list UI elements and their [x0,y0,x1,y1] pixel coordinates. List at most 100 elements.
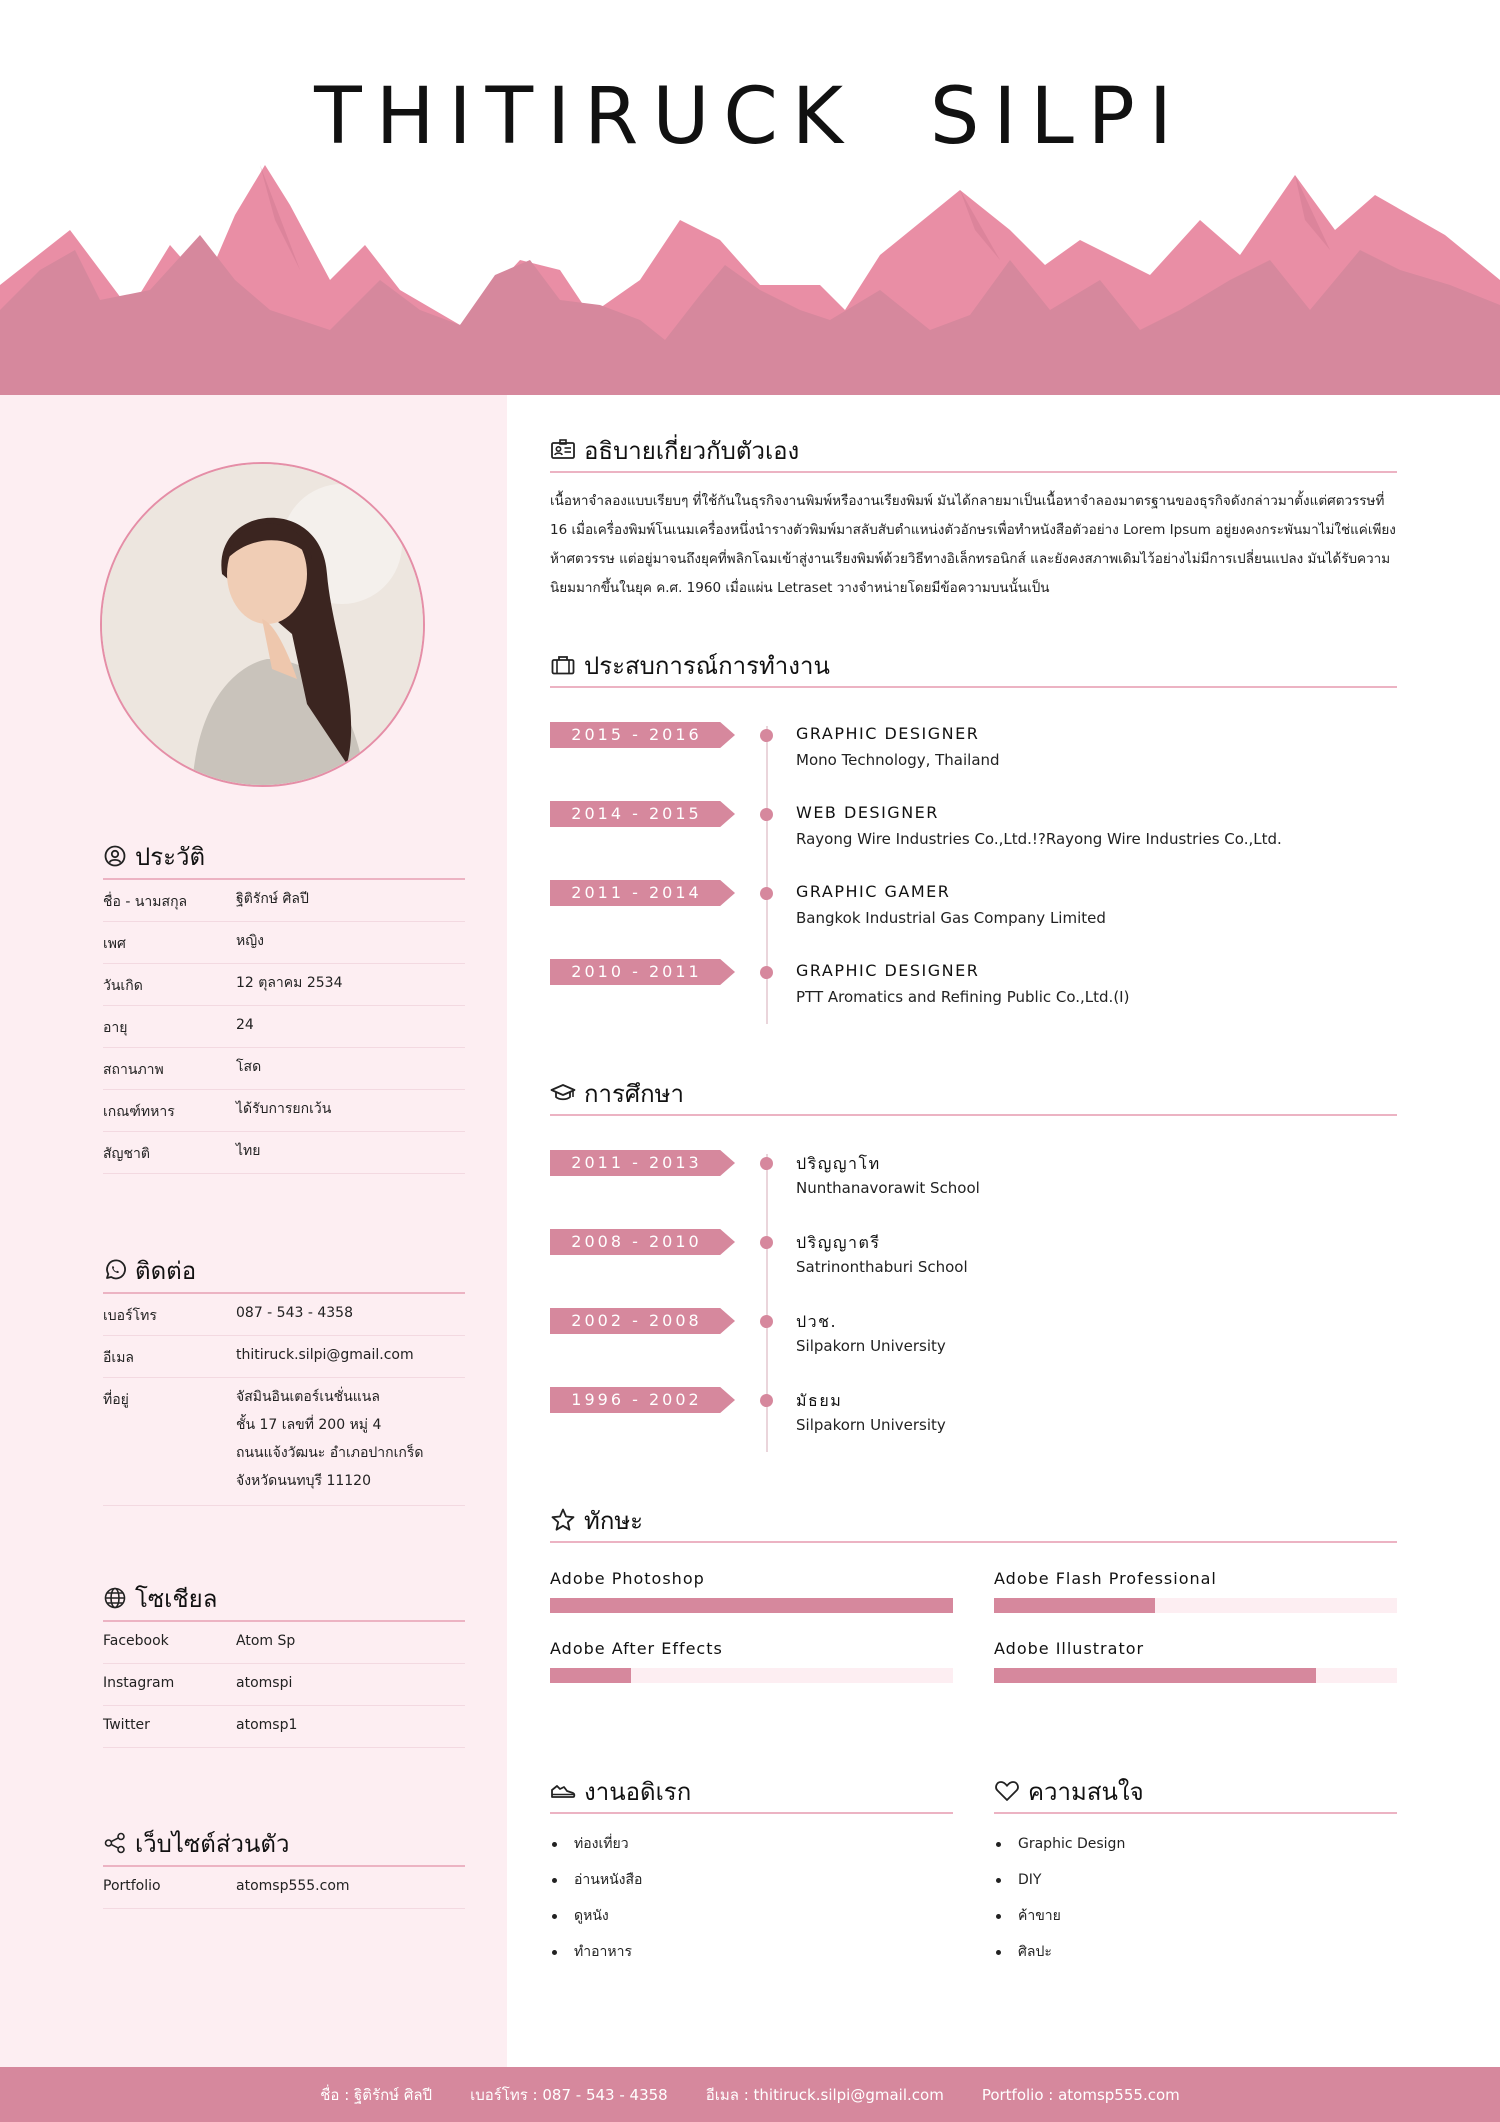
year-badge: 2002 - 2008 [550,1308,735,1334]
education-section: การศึกษา 2011 - 2013 ปริญญาโท Nunthanavo… [550,1076,1397,1452]
timeline-dot [760,1157,773,1170]
website-section: เว็บไซต์ส่วนตัว Portfolio atomsp555.com [103,1827,465,1909]
row-key: Instagram [103,1675,175,1691]
year-badge: 2010 - 2011 [550,959,735,985]
year-badge: 2015 - 2016 [550,722,735,748]
experience-title: ประสบการณ์การทำงาน [584,651,830,680]
profile-photo [100,462,425,787]
portfolio-link[interactable]: atomsp555.com [236,1872,465,1900]
row-key: ชื่อ - นามสกุล [103,894,188,910]
list-item: อ่านหนังสือ [550,1862,953,1898]
profile-row: อายุ 24 [103,1006,465,1048]
skills-header: ทักษะ [550,1503,1397,1543]
timeline-dot [760,966,773,979]
job-title: GRAPHIC DESIGNER [796,961,980,980]
user-circle-icon [104,845,126,867]
footer-email[interactable]: อีเมล : thitiruck.silpi@gmail.com [706,2083,944,2107]
skill-item: Adobe Photoshop [550,1569,953,1613]
graduation-cap-icon [550,1084,576,1101]
footer-phone[interactable]: เบอร์โทร : 087 - 543 - 4358 [470,2083,668,2107]
row-key: Facebook [103,1633,169,1649]
skill-bar-fill [550,1598,953,1613]
resume-name: THITIRUCK SILPI [314,72,1186,162]
website-rows: Portfolio atomsp555.com [103,1867,465,1909]
contact-rows: เบอร์โทร 087 - 543 - 4358 อีเมล thitiruck.… [103,1294,465,1506]
globe-icon [104,1587,126,1609]
row-key: วันเกิด [103,978,143,994]
website-row: Portfolio atomsp555.com [103,1867,465,1909]
interests-section: ความสนใจ Graphic Design DIY ค้าขาย ศิลปะ [994,1774,1397,1970]
heart-icon [995,1781,1019,1801]
skill-name: Adobe Illustrator [994,1639,1145,1658]
company-name: Bangkok Industrial Gas Company Limited [796,909,1106,927]
footer-portfolio[interactable]: Portfolio : atomsp555.com [982,2086,1180,2104]
social-row: Twitter atomsp1 [103,1706,465,1748]
skill-bar-fill [994,1668,1317,1683]
email-value[interactable]: thitiruck.silpi@gmail.com [236,1341,465,1369]
whatsapp-icon [106,1259,126,1280]
experience-item: 2015 - 2016 GRAPHIC DESIGNER Mono Techno… [550,722,1397,782]
skill-item: Adobe Illustrator [994,1639,1397,1683]
interests-title: ความสนใจ [1028,1777,1144,1806]
social-title: โซเชียล [135,1584,218,1613]
profile-title: ประวัติ [135,842,206,871]
instagram-value[interactable]: atomspi [236,1669,465,1697]
skill-bar [994,1598,1397,1613]
education-title: การศึกษา [584,1079,684,1108]
website-header: เว็บไซต์ส่วนตัว [103,1827,465,1867]
phone-value[interactable]: 087 - 543 - 4358 [236,1299,465,1327]
skills-section: ทักษะ Adobe Photoshop Adobe Flash Profes… [550,1503,1397,1703]
year-badge: 2008 - 2010 [550,1229,735,1255]
degree-title: มัธยม [796,1391,843,1410]
experience-item: 2014 - 2015 WEB DESIGNER Rayong Wire Ind… [550,801,1397,861]
contact-header: ติดต่อ [103,1254,465,1294]
job-title: GRAPHIC GAMER [796,882,951,901]
contact-row: เบอร์โทร 087 - 543 - 4358 [103,1294,465,1336]
skill-bar-fill [994,1598,1156,1613]
school-name: Satrinonthaburi School [796,1258,968,1276]
profile-header: ประวัติ [103,840,465,880]
profile-section: ประวัติ ชื่อ - นามสกุล ฐิติรักษ์ ศิลปี เพ… [103,840,465,1174]
school-name: Nunthanavorawit School [796,1179,980,1197]
about-section: อธิบายเกี่ยวกับตัวเอง เนื้อหาจำลองแบบเรี… [550,433,1397,603]
social-row: Facebook Atom Sp [103,1622,465,1664]
experience-item: 2010 - 2011 GRAPHIC DESIGNER PTT Aromati… [550,959,1397,1019]
degree-title: ปริญญาโท [796,1154,881,1173]
row-key: เกณฑ์ทหาร [103,1104,175,1120]
row-key: สัญชาติ [103,1146,150,1162]
degree-title: ปริญญาตรี [796,1233,881,1252]
social-rows: Facebook Atom Sp Instagram atomspi Twitter… [103,1622,465,1748]
briefcase-icon [551,656,575,675]
contact-row: ที่อยู่ จัสมินอินเตอร์เนชั่นแนล ชั้น 17 เ… [103,1378,465,1506]
row-value: ฐิติรักษ์ ศิลปี [236,891,309,907]
skill-bar [550,1598,953,1613]
experience-item: 2011 - 2014 GRAPHIC GAMER Bangkok Indust… [550,880,1397,940]
row-key: สถานภาพ [103,1062,164,1078]
education-item: 2008 - 2010 ปริญญาตรี Satrinonthaburi Sc… [550,1229,1397,1289]
row-value: ได้รับการยกเว้น [236,1101,332,1117]
skill-bar [550,1668,953,1683]
skill-item: Adobe After Effects [550,1639,953,1683]
profile-photo-illustration [102,464,423,785]
year-badge: 1996 - 2002 [550,1387,735,1413]
job-title: WEB DESIGNER [796,803,939,822]
about-line: ห้าศตวรรษ แต่อยู่มาจนถึงยุคที่พลิกโฉมเข้… [550,551,1391,567]
row-value: โสด [236,1059,262,1075]
list-item: ศิลปะ [994,1934,1397,1970]
about-paragraph: เนื้อหาจำลองแบบเรียบๆ ที่ใช้กันในธุรกิจง… [550,487,1397,603]
timeline-dot [760,808,773,821]
share-icon [104,1832,125,1854]
facebook-value[interactable]: Atom Sp [236,1627,465,1655]
twitter-value[interactable]: atomsp1 [236,1711,465,1739]
row-key: Twitter [103,1717,150,1733]
row-key: เบอร์โทร [103,1308,157,1324]
school-name: Silpakorn University [796,1416,946,1434]
company-name: Mono Technology, Thailand [796,751,1000,769]
hobbies-header: งานอดิเรก [550,1774,953,1814]
list-item: Graphic Design [994,1826,1397,1862]
school-name: Silpakorn University [796,1337,946,1355]
education-item: 2002 - 2008 ปวช. Silpakorn University [550,1308,1397,1368]
timeline-dot [760,1394,773,1407]
contact-row: อีเมล thitiruck.silpi@gmail.com [103,1336,465,1378]
education-item: 1996 - 2002 มัธยม Silpakorn University [550,1387,1397,1447]
